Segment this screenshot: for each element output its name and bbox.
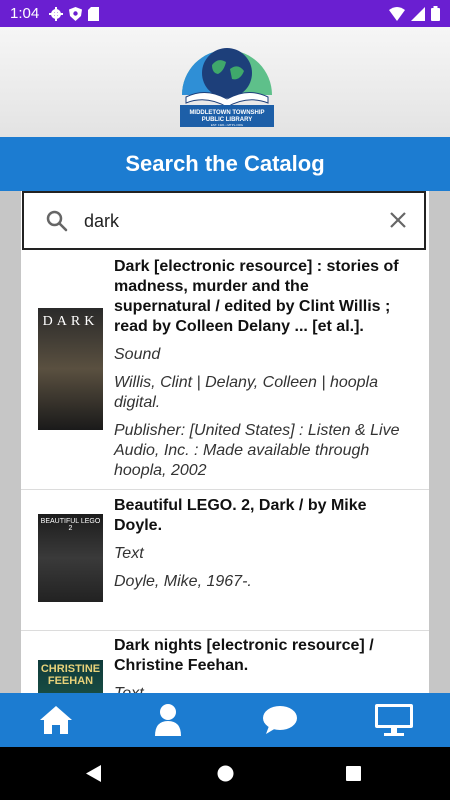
- svg-text:MIDDLETOWN TOWNSHIP: MIDDLETOWN TOWNSHIP: [189, 110, 264, 116]
- result-format: Text: [114, 684, 404, 693]
- battery-icon: [431, 6, 440, 21]
- monitor-icon: [375, 704, 413, 736]
- cell-signal-icon: [411, 6, 425, 21]
- cover-title: DARK: [42, 314, 99, 329]
- page-title-bar: Search the Catalog: [0, 137, 450, 191]
- person-icon: [155, 704, 181, 736]
- search-input[interactable]: [84, 207, 374, 235]
- cover-image: BEAUTIFUL LEGO 2: [38, 514, 103, 602]
- settings-gear-icon: [49, 6, 64, 21]
- wifi-icon: [389, 6, 405, 21]
- library-logo: MIDDLETOWN TOWNSHIP PUBLIC LIBRARY EST. …: [180, 48, 274, 127]
- recents-icon[interactable]: [346, 766, 361, 781]
- nav-home[interactable]: [0, 693, 112, 747]
- page-title: Search the Catalog: [125, 151, 325, 176]
- result-title[interactable]: Beautiful LEGO. 2, Dark / by Mike Doyle.: [114, 496, 404, 536]
- search-icon: [46, 210, 68, 232]
- result-authors: Willis, Clint | Delany, Colleen | hoopla…: [114, 374, 378, 411]
- system-nav-bar: [0, 747, 450, 800]
- sd-card-icon: [88, 6, 100, 21]
- home-circle-icon[interactable]: [217, 765, 234, 782]
- shield-icon: [69, 6, 83, 21]
- result-title[interactable]: Dark nights [electronic resource] / Chri…: [114, 636, 404, 676]
- result-format: Text: [114, 545, 144, 562]
- result-item[interactable]: BEAUTIFUL LEGO 2 Beautiful LEGO. 2, Dark…: [21, 490, 429, 631]
- nav-account[interactable]: [112, 693, 224, 747]
- nav-chat[interactable]: [224, 693, 336, 747]
- cover-title: BEAUTIFUL LEGO 2: [40, 518, 101, 532]
- cover-image: DARK: [38, 308, 103, 430]
- home-icon: [40, 706, 72, 734]
- cover-title: CHRISTINE FEEHAN: [40, 663, 101, 687]
- result-item[interactable]: CHRISTINE FEEHAN Dark nights [electronic…: [21, 631, 429, 693]
- result-title[interactable]: Dark [electronic resource] : stories of …: [114, 257, 404, 337]
- result-publisher: Publisher: [United States] : Listen & Li…: [114, 422, 400, 479]
- chat-bubble-icon: [263, 706, 297, 734]
- clear-search-icon[interactable]: [388, 210, 408, 230]
- result-format: Sound: [114, 346, 161, 363]
- bottom-nav: [0, 693, 450, 747]
- status-bar: 1:04: [0, 0, 450, 27]
- cover-image: CHRISTINE FEEHAN: [38, 660, 103, 693]
- app-header: MIDDLETOWN TOWNSHIP PUBLIC LIBRARY EST. …: [0, 27, 450, 137]
- search-bar: [22, 191, 426, 250]
- status-time: 1:04: [10, 5, 40, 22]
- back-icon[interactable]: [86, 765, 102, 782]
- svg-text:EST. 1921 • MTPL.ORG: EST. 1921 • MTPL.ORG: [211, 123, 244, 127]
- result-item[interactable]: DARK Dark [electronic resource] : storie…: [21, 252, 429, 490]
- nav-computer[interactable]: [338, 693, 450, 747]
- result-authors: Doyle, Mike, 1967-.: [114, 573, 252, 590]
